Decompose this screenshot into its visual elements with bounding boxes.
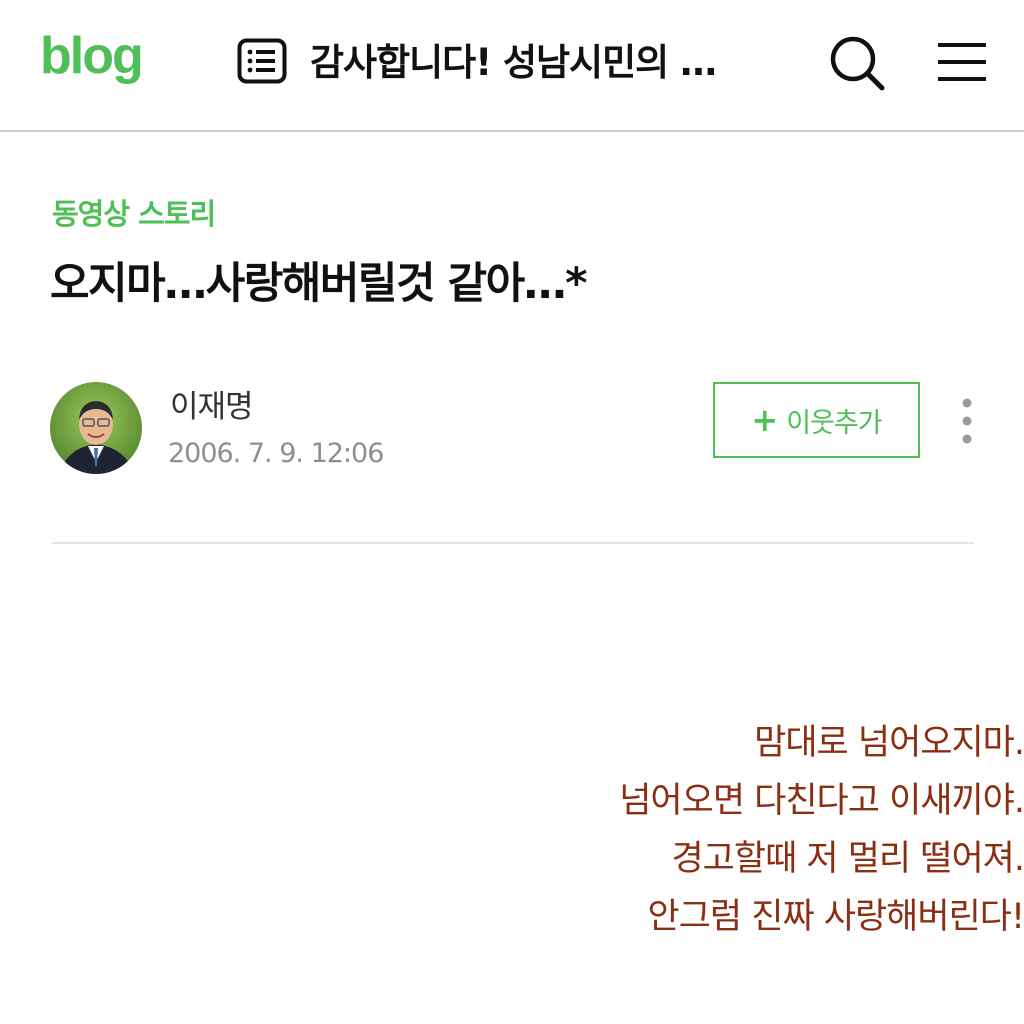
avatar[interactable] xyxy=(50,382,142,474)
header-post-title[interactable]: 감사합니다! 성남시민의 … xyxy=(310,38,780,88)
search-icon[interactable] xyxy=(828,34,886,92)
author-name[interactable]: 이재명 xyxy=(170,386,254,428)
menu-icon[interactable] xyxy=(937,40,987,84)
poem-line: 경고할때 저 멀리 떨어져. xyxy=(671,839,1024,879)
post-date: 2006. 7. 9. 12:06 xyxy=(168,438,384,469)
more-options-icon[interactable] xyxy=(952,396,982,446)
post-category[interactable]: 동영상 스토리 xyxy=(52,194,216,234)
post-title: 오지마…사랑해버릴것 같아…* xyxy=(50,259,588,309)
add-neighbor-label: 이웃추가 xyxy=(786,407,882,439)
post-list-icon[interactable] xyxy=(237,38,287,84)
plus-icon: + xyxy=(751,401,779,439)
add-neighbor-button[interactable]: + 이웃추가 xyxy=(713,382,920,458)
poem-line: 안그럼 진짜 사랑해버린다! xyxy=(647,897,1024,937)
avatar-photo xyxy=(50,382,142,474)
blog-logo[interactable]: blog xyxy=(40,30,144,82)
post-body: 맘대로 넘어오지마. 넘어오면 다친다고 이새끼야. 경고할때 저 멀리 떨어져… xyxy=(324,714,1024,946)
poem-line: 넘어오면 다친다고 이새끼야. xyxy=(619,781,1024,821)
header-divider xyxy=(52,542,974,544)
top-header: blog 감사합니다! 성남시민의 … xyxy=(0,0,1024,132)
poem-line: 맘대로 넘어오지마. xyxy=(754,723,1024,763)
